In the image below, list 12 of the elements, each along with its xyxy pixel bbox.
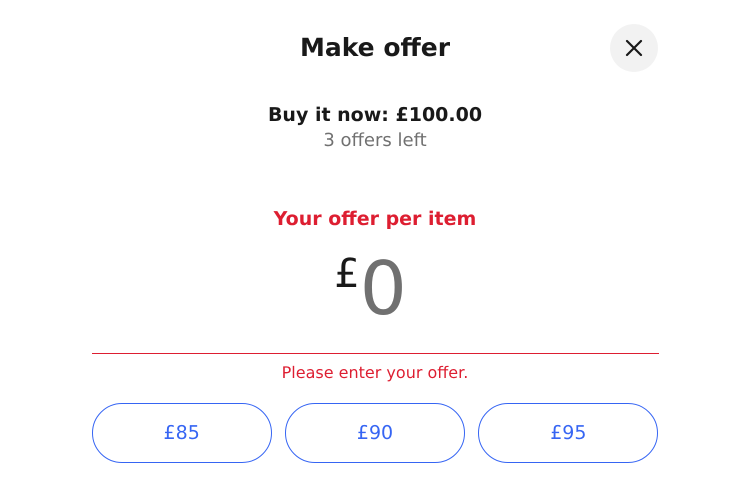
close-button[interactable]: [610, 24, 658, 72]
suggested-offer-button[interactable]: £85: [92, 403, 272, 463]
close-icon: [625, 39, 643, 57]
offers-left: 3 offers left: [323, 129, 427, 153]
error-message: Please enter your offer.: [282, 362, 468, 384]
buy-it-now-price: Buy it now: £100.00: [268, 103, 482, 128]
offer-label: Your offer per item: [274, 207, 476, 232]
suggested-offer-button[interactable]: £90: [284, 403, 466, 463]
dialog-title: Make offer: [300, 32, 450, 64]
offer-input-field[interactable]: 0: [360, 246, 416, 332]
currency-symbol: £: [334, 250, 360, 298]
suggested-offer-button[interactable]: £95: [478, 403, 658, 463]
